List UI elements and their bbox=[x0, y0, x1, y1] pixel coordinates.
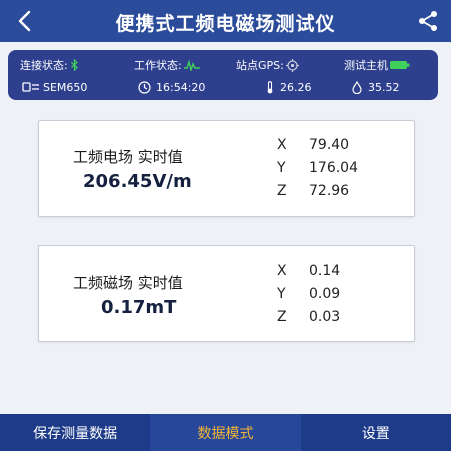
electric-axis-z-value: 72.96 bbox=[309, 183, 350, 199]
connection-status-label: 连接状态: bbox=[20, 59, 68, 72]
bottom-tab-bar: 保存测量数据 数据模式 设置 bbox=[0, 414, 451, 451]
work-status-label: 工作状态: bbox=[134, 59, 182, 72]
device-name: SEM650 bbox=[43, 80, 88, 94]
gps-target-icon bbox=[285, 58, 299, 72]
magnetic-axis-z-label: Z bbox=[277, 309, 287, 325]
connection-status: 连接状态: bbox=[20, 55, 79, 75]
humidity-info: 35.52 bbox=[352, 77, 400, 97]
magnetic-axis-x-label: X bbox=[277, 263, 287, 279]
electric-axis-y-label: Y bbox=[277, 160, 286, 176]
electric-axis-y-value: 176.04 bbox=[309, 160, 358, 176]
device-info: SEM650 bbox=[22, 77, 87, 97]
magnetic-field-value: 0.17mT bbox=[101, 297, 177, 318]
electric-axis-x-label: X bbox=[277, 137, 287, 153]
tab-settings[interactable]: 设置 bbox=[301, 414, 451, 451]
signal-wave-icon bbox=[183, 59, 200, 71]
thermometer-icon bbox=[267, 80, 273, 93]
magnetic-field-title: 工频磁场 实时值 bbox=[73, 274, 183, 292]
electric-field-card: 工频电场 实时值 206.45V/m X 79.40 Y 176.04 Z 72… bbox=[38, 120, 415, 217]
magnetic-axis-y-label: Y bbox=[277, 286, 286, 302]
magnetic-axis-x-value: 0.14 bbox=[309, 263, 341, 279]
electric-field-title: 工频电场 实时值 bbox=[73, 148, 183, 166]
magnetic-axis-y-value: 0.09 bbox=[309, 286, 341, 302]
electric-axis-x-value: 79.40 bbox=[309, 137, 350, 153]
tab-save-measurement[interactable]: 保存测量数据 bbox=[0, 414, 150, 451]
status-panel: 连接状态: 工作状态: 站点GPS: 测试主机 SEM650 16:54:20 … bbox=[8, 50, 438, 100]
gps-status: 站点GPS: bbox=[236, 55, 299, 75]
temperature-value: 26.26 bbox=[280, 80, 312, 94]
device-icon bbox=[22, 82, 39, 92]
work-status: 工作状态: bbox=[134, 55, 200, 75]
gps-status-label: 站点GPS: bbox=[236, 59, 284, 72]
clock-icon bbox=[138, 80, 151, 94]
host-status-label: 测试主机 bbox=[344, 59, 388, 72]
host-status: 测试主机 bbox=[344, 55, 410, 75]
bluetooth-icon bbox=[70, 59, 78, 71]
tab-data-mode[interactable]: 数据模式 bbox=[150, 414, 301, 451]
magnetic-field-card: 工频磁场 实时值 0.17mT X 0.14 Y 0.09 Z 0.03 bbox=[38, 245, 415, 342]
time-value: 16:54:20 bbox=[156, 80, 206, 94]
humidity-value: 35.52 bbox=[368, 80, 400, 94]
title-bar: 便携式工频电磁场测试仪 bbox=[0, 0, 451, 42]
temperature-info: 26.26 bbox=[266, 77, 312, 97]
electric-axis-z-label: Z bbox=[277, 183, 287, 199]
status-row-indicators: 连接状态: 工作状态: 站点GPS: 测试主机 bbox=[8, 55, 438, 75]
back-arrow-icon[interactable] bbox=[10, 6, 40, 36]
magnetic-axis-z-value: 0.03 bbox=[309, 309, 341, 325]
humidity-drop-icon bbox=[352, 80, 362, 94]
share-icon[interactable] bbox=[415, 8, 441, 34]
electric-field-value: 206.45V/m bbox=[83, 171, 192, 192]
time-info: 16:54:20 bbox=[138, 77, 205, 97]
status-row-readings: SEM650 16:54:20 26.26 35.52 bbox=[8, 77, 438, 97]
battery-icon bbox=[390, 61, 410, 69]
app-title: 便携式工频电磁场测试仪 bbox=[115, 13, 336, 35]
